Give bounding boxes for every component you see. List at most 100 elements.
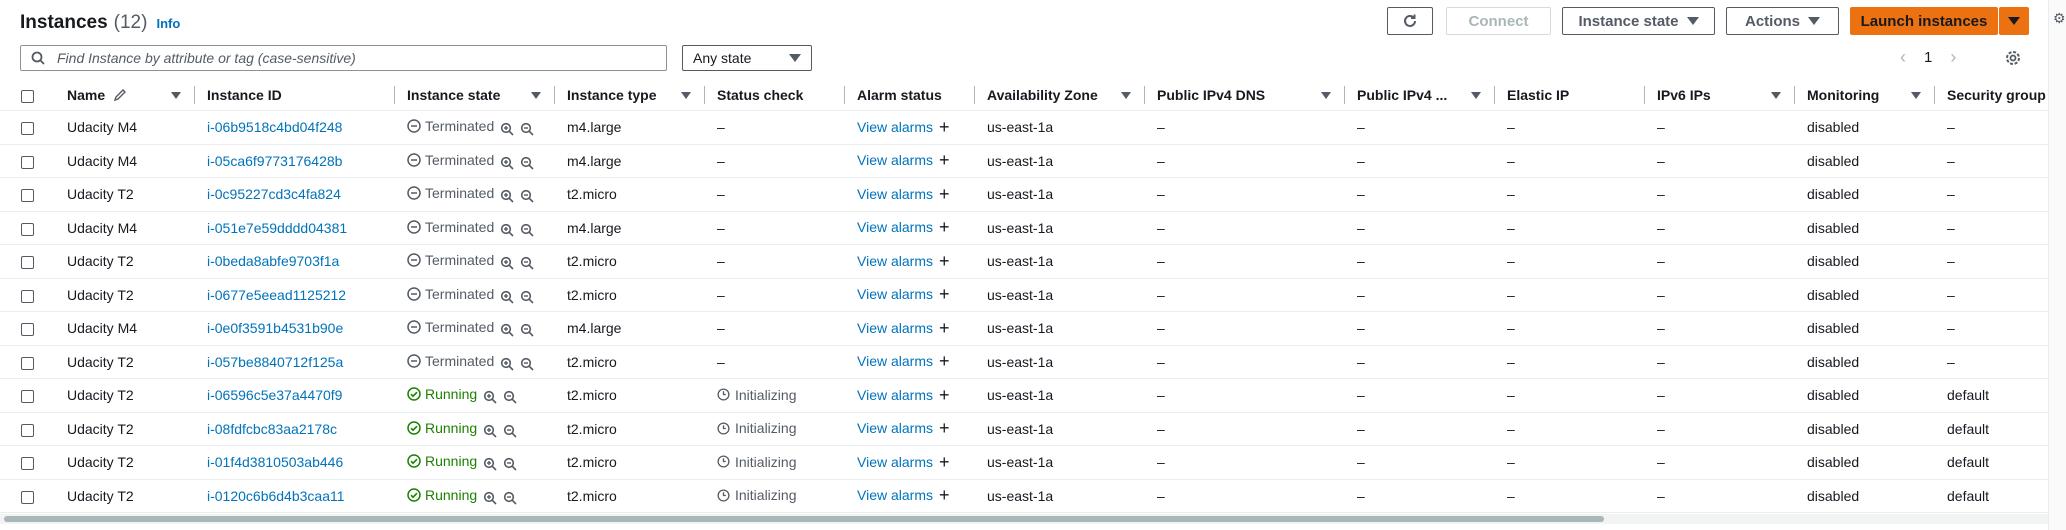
zoom-in-icon[interactable] (483, 457, 497, 471)
table-row[interactable]: Udacity T2 i-01f4d3810503ab446 Running t2.m… (0, 445, 2048, 480)
zoom-out-icon[interactable] (520, 290, 534, 304)
row-checkbox[interactable] (21, 457, 34, 471)
table-row[interactable]: Udacity M4 i-06b9518c4bd04f248 Terminated m… (0, 110, 2048, 145)
table-row[interactable]: Udacity T2 i-0677e5eead1125212 Terminated t… (0, 278, 2048, 312)
zoom-in-icon[interactable] (500, 156, 514, 170)
row-checkbox[interactable] (21, 155, 34, 169)
zoom-out-icon[interactable] (520, 156, 534, 170)
col-security-group[interactable]: Security group name (1935, 80, 2048, 111)
table-row[interactable]: Udacity M4 i-05ca6f9773176428b Terminated m… (0, 144, 2048, 178)
instance-id-link[interactable]: i-0e0f3591b4531b90e (207, 320, 343, 336)
scrollbar-thumb[interactable] (4, 516, 1604, 522)
instance-id-link[interactable]: i-01f4d3810503ab446 (207, 454, 343, 470)
instance-id-link[interactable]: i-08fdfcbc83aa2178c (207, 421, 337, 437)
gear-icon[interactable]: ⚙ (2053, 10, 2066, 27)
zoom-in-icon[interactable] (500, 290, 514, 304)
instance-id-link[interactable]: i-05ca6f9773176428b (207, 153, 342, 169)
col-status-check[interactable]: Status check (705, 80, 845, 111)
sort-icon[interactable] (1321, 91, 1331, 99)
plus-icon[interactable]: + (939, 385, 950, 406)
zoom-out-icon[interactable] (520, 323, 534, 337)
table-row[interactable]: Udacity T2 i-06596c5e37a4470f9 Running t2.m… (0, 378, 2048, 413)
sort-icon[interactable] (1771, 91, 1781, 99)
view-alarms-link[interactable]: View alarms (857, 186, 933, 202)
col-instance-id[interactable]: Instance ID (195, 80, 395, 111)
col-elastic-ip[interactable]: Elastic IP (1495, 80, 1645, 111)
zoom-in-icon[interactable] (500, 189, 514, 203)
sort-icon[interactable] (531, 91, 541, 99)
zoom-out-icon[interactable] (503, 457, 517, 471)
row-checkbox[interactable] (21, 222, 34, 236)
horizontal-scrollbar[interactable] (0, 514, 2048, 524)
zoom-out-icon[interactable] (503, 491, 517, 505)
zoom-out-icon[interactable] (520, 223, 534, 237)
page-number[interactable]: 1 (1924, 49, 1932, 66)
sort-icon[interactable] (681, 91, 691, 99)
row-checkbox[interactable] (21, 390, 34, 404)
row-checkbox[interactable] (21, 289, 34, 303)
instance-id-link[interactable]: i-051e7e59dddd04381 (207, 220, 347, 236)
col-public-dns[interactable]: Public IPv4 DNS (1145, 80, 1345, 111)
row-checkbox[interactable] (21, 323, 34, 337)
instance-state-button[interactable]: Instance state (1562, 7, 1715, 35)
zoom-in-icon[interactable] (500, 323, 514, 337)
zoom-out-icon[interactable] (503, 424, 517, 438)
plus-icon[interactable]: + (939, 150, 950, 171)
row-checkbox[interactable] (21, 122, 34, 136)
actions-button[interactable]: Actions (1726, 7, 1839, 35)
sort-icon[interactable] (1911, 91, 1921, 99)
view-alarms-link[interactable]: View alarms (857, 320, 933, 336)
zoom-in-icon[interactable] (500, 122, 514, 136)
zoom-in-icon[interactable] (483, 424, 497, 438)
table-row[interactable]: Udacity T2 i-057be8840712f125a Terminated t… (0, 345, 2048, 379)
plus-icon[interactable]: + (939, 418, 950, 439)
instance-id-link[interactable]: i-057be8840712f125a (207, 354, 343, 370)
zoom-out-icon[interactable] (520, 122, 534, 136)
select-all-checkbox[interactable] (21, 89, 34, 103)
row-checkbox[interactable] (21, 356, 34, 370)
view-alarms-link[interactable]: View alarms (857, 219, 933, 235)
zoom-in-icon[interactable] (500, 223, 514, 237)
instance-id-link[interactable]: i-0120c6b6d4b3caa11 (207, 488, 345, 504)
plus-icon[interactable]: + (939, 485, 950, 506)
instance-id-link[interactable]: i-0c95227cd3c4fa824 (207, 186, 341, 202)
plus-icon[interactable]: + (939, 251, 950, 272)
plus-icon[interactable]: + (939, 217, 950, 238)
zoom-out-icon[interactable] (520, 189, 534, 203)
col-instance-type[interactable]: Instance type (555, 80, 705, 111)
zoom-in-icon[interactable] (483, 390, 497, 404)
view-alarms-link[interactable]: View alarms (857, 420, 933, 436)
row-checkbox[interactable] (21, 189, 34, 203)
plus-icon[interactable]: + (939, 117, 950, 138)
zoom-in-icon[interactable] (483, 491, 497, 505)
col-alarm-status[interactable]: Alarm status (845, 80, 975, 111)
table-row[interactable]: Udacity T2 i-08fdfcbc83aa2178c Running t2.m… (0, 412, 2048, 446)
edit-pencil-icon[interactable] (113, 88, 127, 102)
prev-page-button[interactable]: ‹ (1900, 47, 1906, 68)
instance-id-link[interactable]: i-06596c5e37a4470f9 (207, 387, 342, 403)
col-name[interactable]: Name (55, 80, 195, 111)
plus-icon[interactable]: + (939, 318, 950, 339)
zoom-out-icon[interactable] (520, 357, 534, 371)
state-filter-select[interactable]: Any state (682, 45, 812, 71)
table-row[interactable]: Udacity T2 i-0c95227cd3c4fa824 Terminated t… (0, 177, 2048, 212)
col-ipv6[interactable]: IPv6 IPs (1645, 80, 1795, 111)
sort-icon[interactable] (171, 91, 181, 99)
view-alarms-link[interactable]: View alarms (857, 286, 933, 302)
zoom-out-icon[interactable] (503, 390, 517, 404)
view-alarms-link[interactable]: View alarms (857, 387, 933, 403)
col-monitoring[interactable]: Monitoring (1795, 80, 1935, 111)
connect-button[interactable]: Connect (1446, 7, 1551, 35)
plus-icon[interactable]: + (939, 184, 950, 205)
row-checkbox[interactable] (21, 423, 34, 437)
instance-id-link[interactable]: i-0677e5eead1125212 (207, 287, 346, 303)
plus-icon[interactable]: + (939, 351, 950, 372)
launch-instances-dropdown[interactable] (1999, 7, 2029, 35)
zoom-in-icon[interactable] (500, 357, 514, 371)
next-page-button[interactable]: › (1950, 47, 1956, 68)
row-checkbox[interactable] (21, 490, 34, 504)
table-row[interactable]: Udacity T2 i-0120c6b6d4b3caa11 Running t2.m… (0, 479, 2048, 513)
refresh-button[interactable] (1387, 7, 1433, 35)
zoom-out-icon[interactable] (520, 256, 534, 270)
view-alarms-link[interactable]: View alarms (857, 454, 933, 470)
